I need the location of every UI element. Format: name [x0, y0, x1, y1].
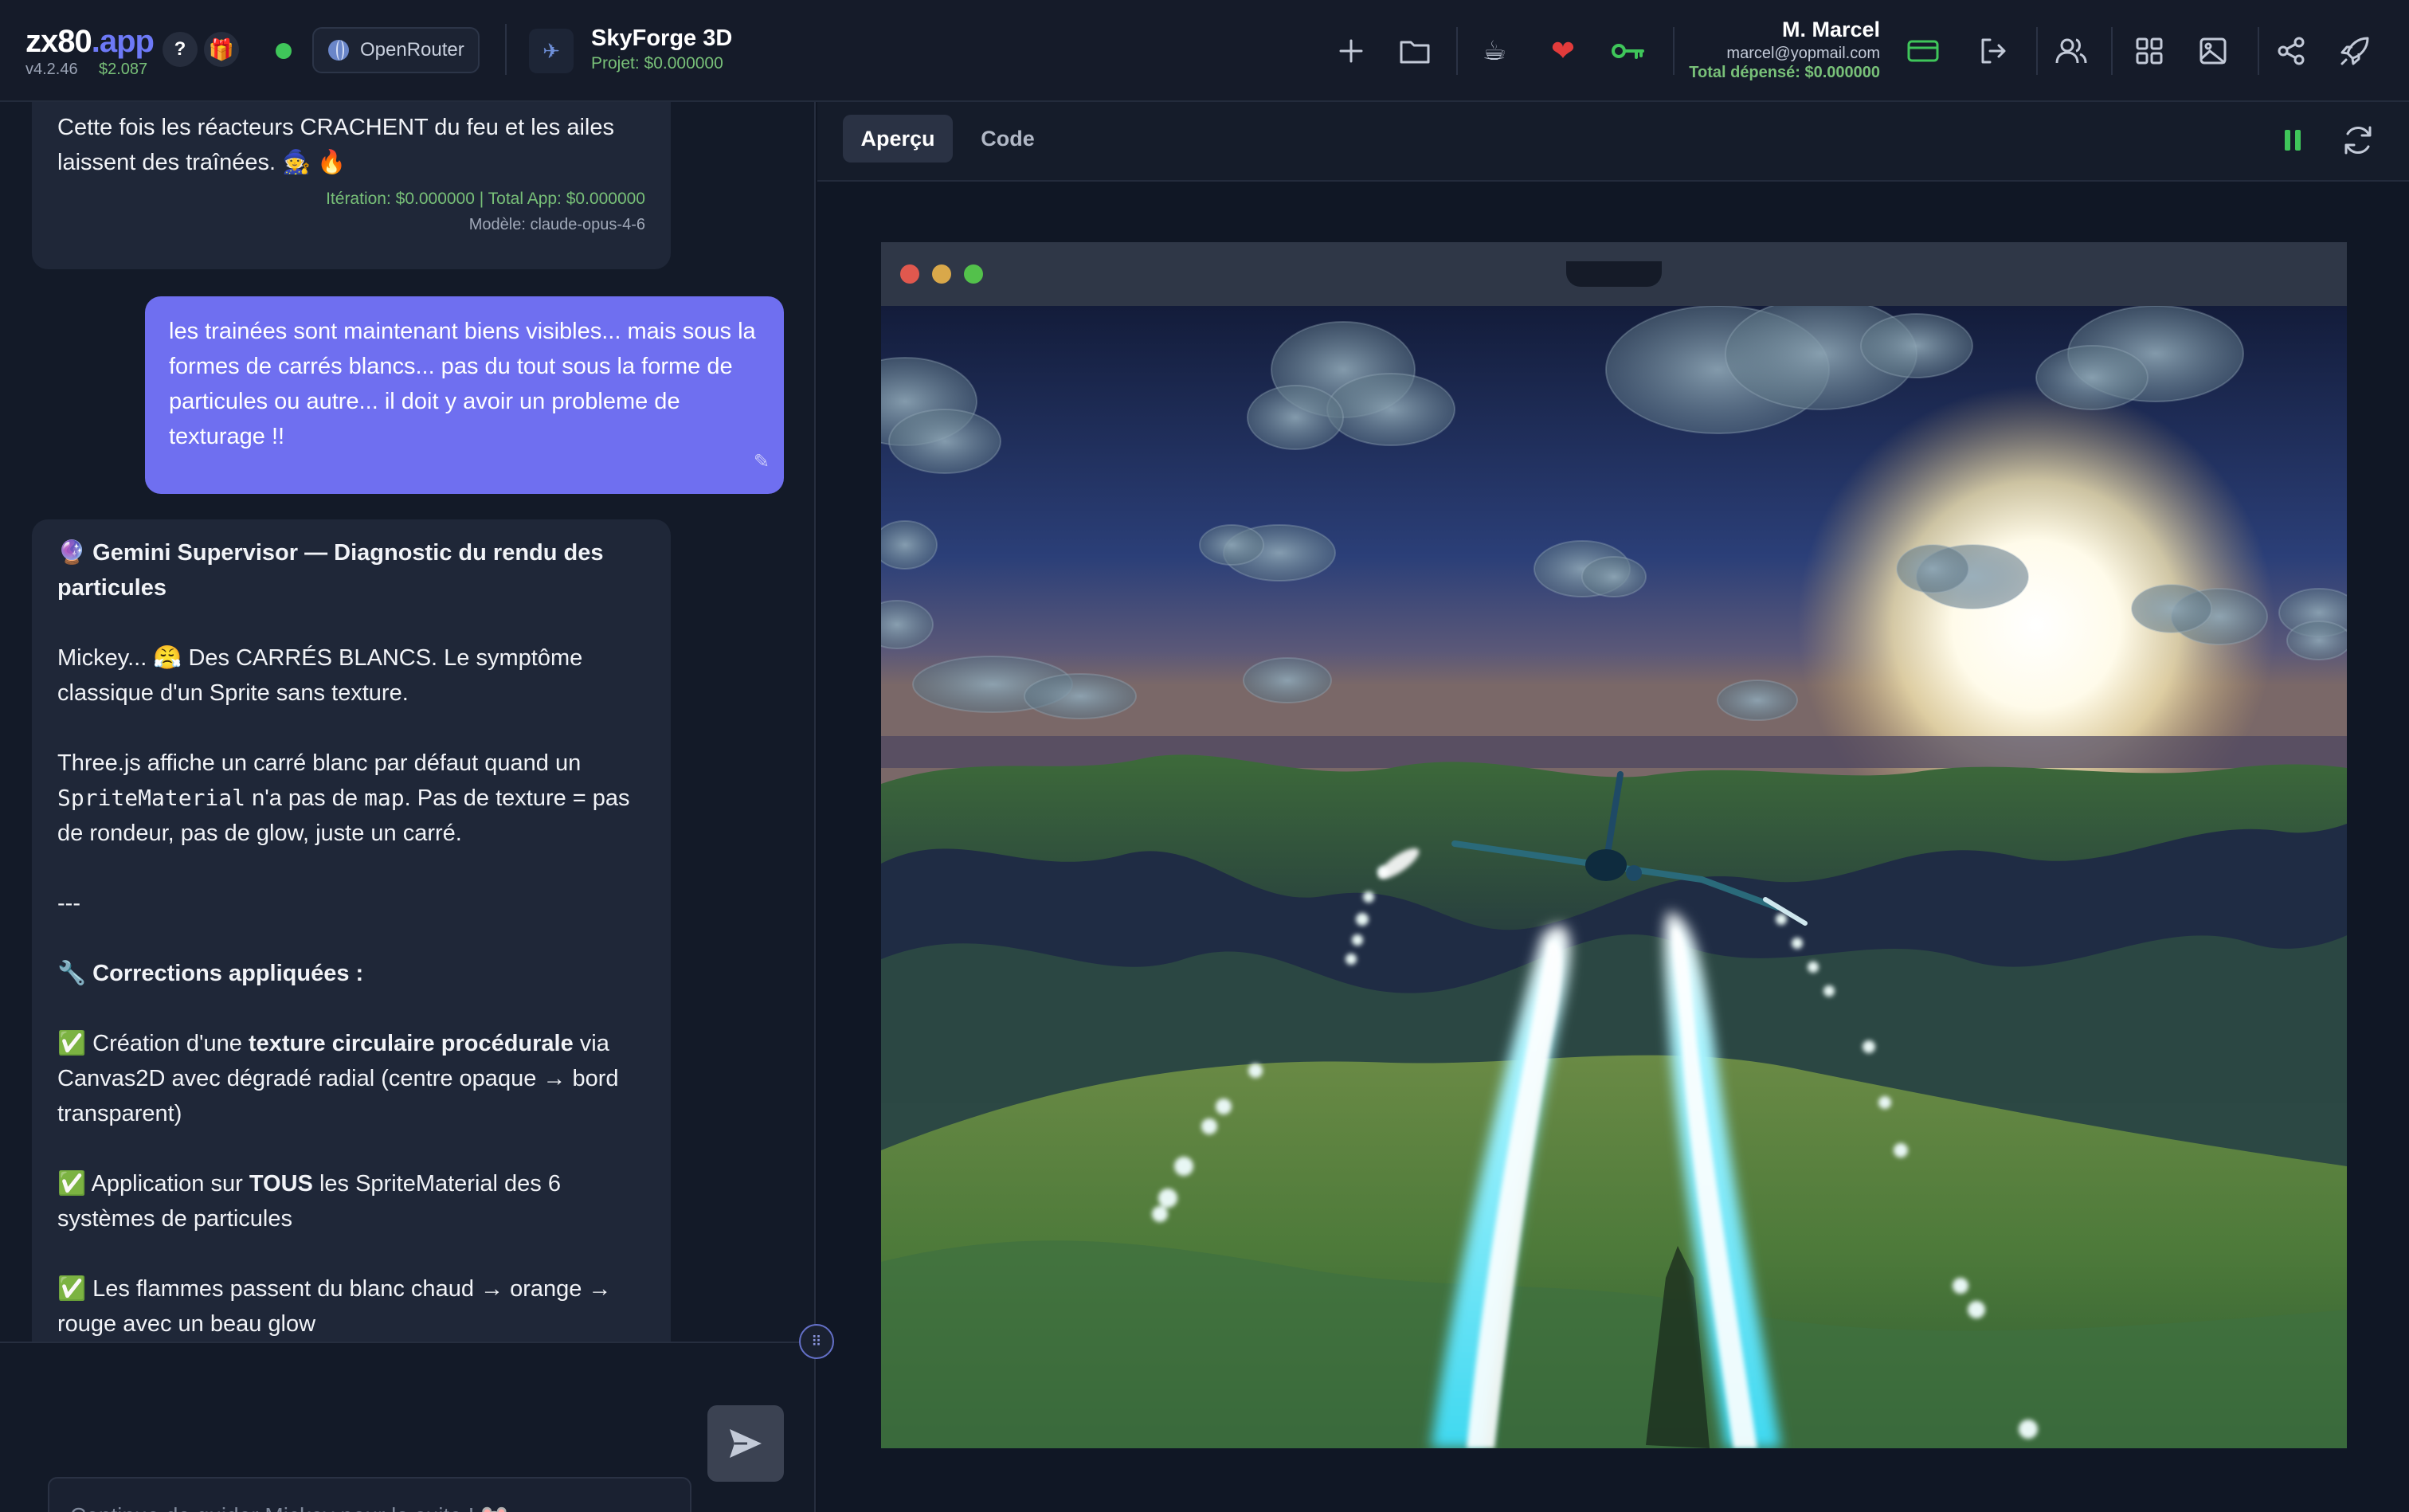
iteration-cost: Itération: $0.000000 | Total App: $0.000…: [326, 190, 645, 208]
refresh-button[interactable]: [2339, 121, 2377, 159]
window-close-dot: [900, 264, 919, 284]
panel-resize-handle[interactable]: ⠿: [799, 1324, 834, 1359]
user-message: les trainées sont maintenant biens visib…: [145, 296, 784, 494]
account-balance: $2.087: [99, 61, 148, 78]
corrections-heading: 🔧 Corrections appliquées :: [57, 961, 364, 986]
provider-selector[interactable]: OpenRouter: [312, 27, 480, 73]
top-bar: zx80.app v4.2.46 $2.087 ? 🎁 OpenRouter ✈…: [0, 0, 2409, 102]
inline-code: map: [364, 785, 405, 811]
users-icon[interactable]: [2049, 29, 2094, 73]
coffee-icon[interactable]: ☕: [1472, 29, 1517, 73]
provider-label: OpenRouter: [360, 39, 464, 61]
divider: [2111, 27, 2113, 75]
project-cost: Projet: $0.000000: [591, 54, 723, 72]
message-title: 🔮 Gemini Supervisor — Diagnostic du rend…: [57, 540, 604, 601]
total-spent: Total dépensé: $0.000000: [1689, 64, 1880, 81]
message-text: les trainées sont maintenant biens visib…: [169, 319, 756, 449]
tab-apercu[interactable]: Aperçu: [843, 115, 953, 163]
divider: [1456, 27, 1458, 75]
correction-item: ✅ Création d'une texture circulaire proc…: [57, 1031, 619, 1126]
rocket-icon[interactable]: [2333, 29, 2377, 73]
app-logo[interactable]: zx80.app: [25, 24, 155, 60]
inline-code: SpriteMaterial: [57, 785, 246, 811]
gift-button[interactable]: 🎁: [204, 32, 239, 67]
globe-icon: [328, 40, 349, 61]
key-icon[interactable]: [1606, 29, 1651, 73]
chat-panel: Cette fois les réacteurs CRACHENT du feu…: [0, 102, 816, 1512]
window-maximize-dot: [964, 264, 983, 284]
model-label: Modèle: claude-opus-4-6: [468, 216, 645, 233]
image-icon[interactable]: [2191, 29, 2235, 73]
divider: [2036, 27, 2038, 75]
divider: [2258, 27, 2259, 75]
message-paragraph: Mickey... 😤 Des CARRÉS BLANCS. Le symptô…: [57, 645, 583, 706]
send-icon: [730, 1429, 762, 1458]
plus-icon[interactable]: [1329, 29, 1373, 73]
window-minimize-dot: [932, 264, 951, 284]
project-airplane-icon: ✈: [529, 29, 574, 73]
project-title[interactable]: SkyForge 3D: [591, 25, 732, 52]
logout-icon[interactable]: [1971, 29, 2015, 73]
user-name[interactable]: M. Marcel: [1782, 18, 1880, 42]
gift-icon: 🎁: [208, 37, 235, 61]
correction-item: ✅ Les flammes passent du blanc chaud → o…: [57, 1276, 612, 1337]
preview-browser-frame: [881, 242, 2347, 1448]
preview-panel: Aperçu Code: [817, 102, 2409, 1512]
card-icon[interactable]: [1901, 29, 1945, 73]
separator: ---: [57, 891, 80, 916]
message-text: Cette fois les réacteurs CRACHENT du feu…: [57, 115, 614, 175]
folder-icon[interactable]: [1393, 29, 1437, 73]
correction-item: ✅ Application sur TOUS les SpriteMateria…: [57, 1171, 561, 1232]
user-email: marcel@yopmail.com: [1726, 45, 1880, 62]
connection-status-indicator: [276, 43, 292, 59]
heart-icon[interactable]: ❤: [1541, 29, 1585, 73]
preview-tab-bar: Aperçu Code: [817, 102, 2409, 182]
divider: [505, 24, 507, 75]
app-version: v4.2.46: [25, 61, 78, 78]
assistant-message: Cette fois les réacteurs CRACHENT du feu…: [32, 102, 671, 269]
assistant-message: 🔮 Gemini Supervisor — Diagnostic du rend…: [32, 519, 671, 1475]
share-icon[interactable]: [2269, 29, 2313, 73]
divider: [1673, 27, 1675, 75]
game-canvas[interactable]: [881, 306, 2347, 1448]
grid-icon[interactable]: [2127, 29, 2172, 73]
browser-chrome: [881, 242, 2347, 306]
help-button[interactable]: ?: [163, 32, 198, 67]
browser-notch: [1566, 261, 1662, 287]
refresh-icon: [2344, 126, 2372, 155]
message-paragraph: Three.js affiche un carré blanc par défa…: [57, 750, 630, 846]
tab-code[interactable]: Code: [964, 115, 1052, 163]
chat-input[interactable]: [48, 1477, 691, 1512]
send-button[interactable]: [707, 1405, 784, 1482]
edit-icon[interactable]: ✎: [754, 445, 770, 480]
pause-button[interactable]: [2275, 123, 2310, 158]
